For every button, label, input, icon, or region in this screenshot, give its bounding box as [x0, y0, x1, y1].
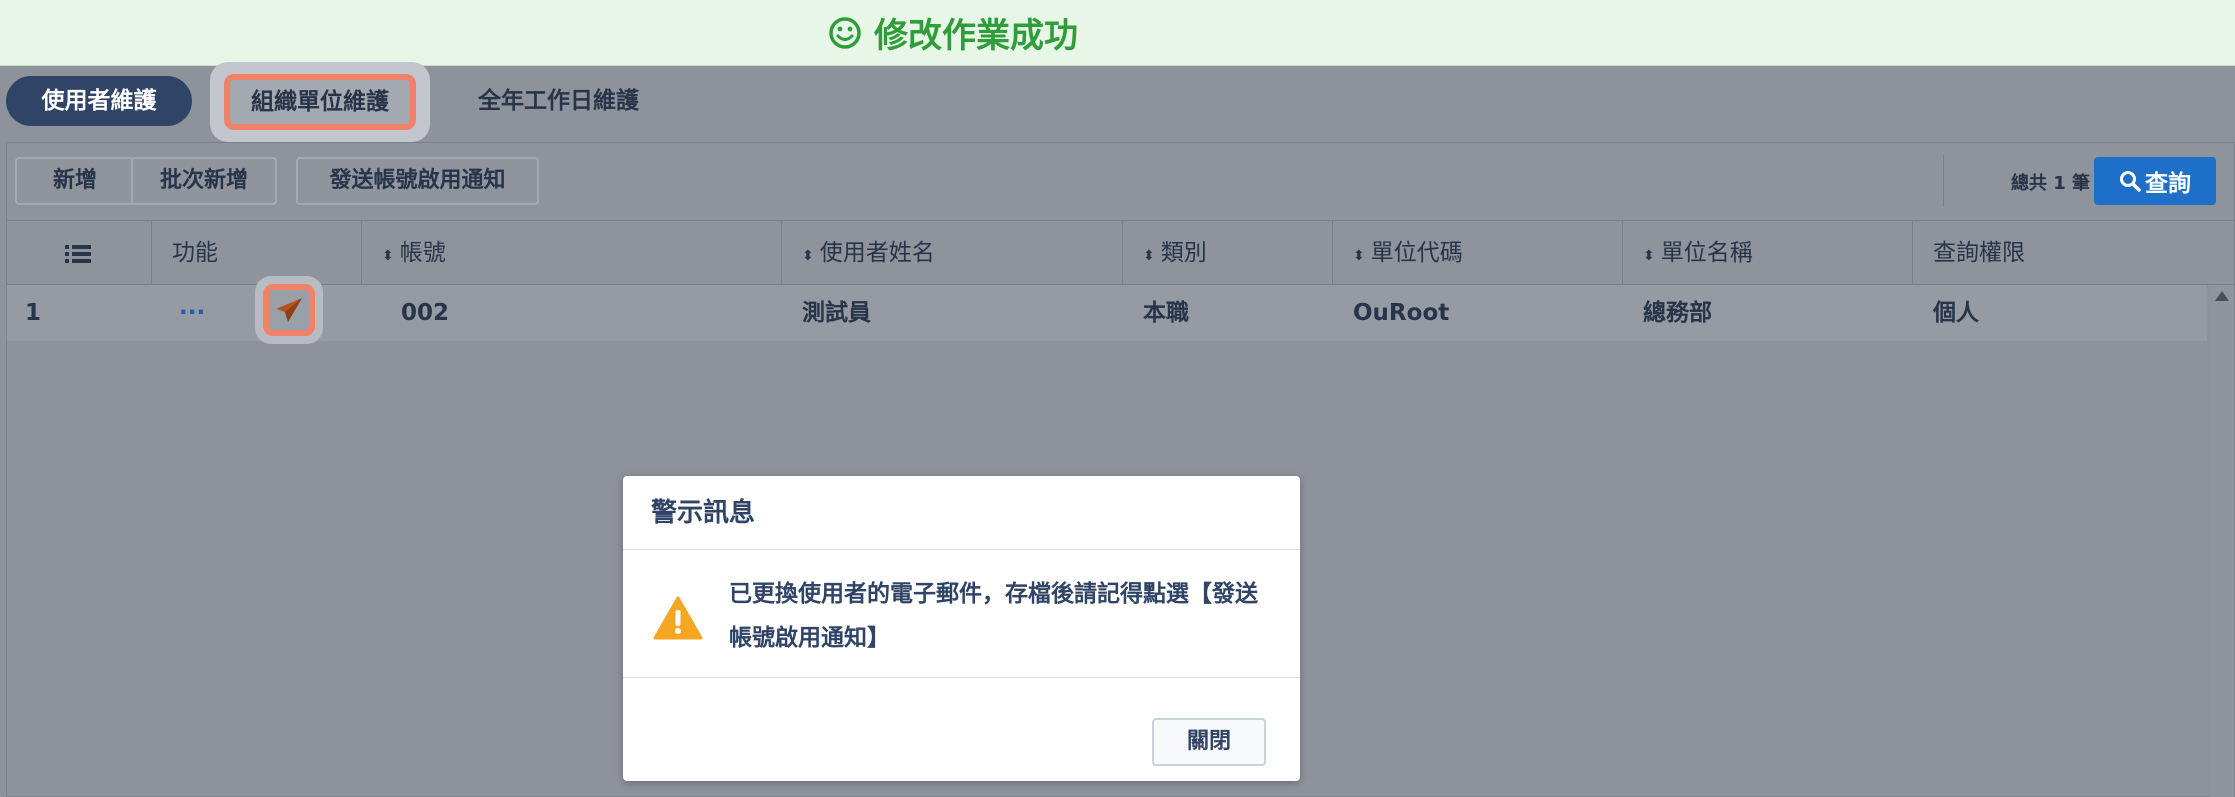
row-account: 002	[401, 300, 450, 326]
dialog-title: 警示訊息	[623, 476, 1300, 550]
warning-dialog: 警示訊息 已更換使用者的電子郵件，存檔後請記得點選【發送帳號啟用通知】 關閉	[623, 476, 1300, 781]
tab-bar: 使用者維護 組織單位維護 全年工作日維護	[6, 62, 2235, 142]
table-row[interactable]: 1 ··· 002 測試員 本職 OuRoot 總務部 個人	[7, 285, 2207, 341]
column-toggle[interactable]	[7, 221, 151, 285]
sort-icon: ⬍	[802, 248, 814, 264]
header-username[interactable]: ⬍ 使用者姓名	[781, 221, 1122, 285]
send-notice-row-button[interactable]	[263, 284, 315, 336]
list-icon	[65, 244, 91, 263]
tab-org-unit-highlight[interactable]: 組織單位維護	[210, 62, 430, 142]
query-button[interactable]: 查詢	[2094, 157, 2216, 205]
header-username-label: 使用者姓名	[819, 240, 935, 266]
header-unit-code-label: 單位代碼	[1370, 240, 1463, 266]
header-actions: 功能	[151, 221, 361, 285]
send-notice-highlight[interactable]	[255, 276, 323, 344]
sort-icon: ⬍	[1143, 248, 1155, 264]
tab-workday-maintenance[interactable]: 全年工作日維護	[446, 76, 671, 126]
dialog-message: 已更換使用者的電子郵件，存檔後請記得點選【發送帳號啟用通知】	[729, 581, 1258, 651]
success-toast: 修改作業成功	[0, 0, 2235, 66]
toast-message: 修改作業成功	[874, 16, 1078, 56]
table-scrollbar[interactable]	[2210, 285, 2234, 797]
paper-plane-icon	[276, 298, 302, 322]
row-actions-menu[interactable]: ···	[179, 285, 205, 341]
row-username: 測試員	[802, 300, 871, 326]
header-account[interactable]: ⬍ 帳號	[361, 221, 781, 285]
close-button[interactable]: 關閉	[1152, 718, 1266, 766]
row-index: 1	[25, 300, 42, 326]
row-category: 本職	[1143, 300, 1189, 326]
add-button[interactable]: 新增	[15, 157, 135, 205]
query-label: 查詢	[2145, 171, 2191, 197]
tab-org-unit-maintenance[interactable]: 組織單位維護	[224, 74, 416, 130]
header-unit-name[interactable]: ⬍ 單位名稱	[1622, 221, 1912, 285]
sort-icon: ⬍	[1643, 248, 1655, 264]
toolbar: 新增 批次新增 發送帳號啟用通知 總共 1 筆 查詢	[7, 143, 2234, 221]
header-category-label: 類別	[1160, 240, 1207, 266]
total-count: 總共 1 筆	[2010, 173, 2090, 194]
table-header: 功能 ⬍ 帳號 ⬍ 使用者姓名 ⬍ 類別 ⬍ 單位代碼 ⬍ 單位名稱 查詢權限	[7, 221, 2234, 285]
sort-icon: ⬍	[382, 248, 394, 264]
row-unit-name: 總務部	[1643, 300, 1712, 326]
row-unit-code: OuRoot	[1353, 300, 1450, 326]
header-unit-code[interactable]: ⬍ 單位代碼	[1332, 221, 1622, 285]
send-activation-notice-button[interactable]: 發送帳號啟用通知	[296, 157, 539, 205]
toolbar-divider	[1943, 155, 1944, 207]
scroll-up-arrow-icon[interactable]	[2215, 291, 2229, 301]
header-unit-name-label: 單位名稱	[1660, 240, 1753, 266]
row-query-permission: 個人	[1933, 300, 1979, 326]
sort-icon: ⬍	[1353, 248, 1365, 264]
warning-icon	[653, 596, 703, 640]
header-account-label: 帳號	[399, 240, 446, 266]
search-icon	[2120, 171, 2141, 192]
header-query-permission: 查詢權限	[1912, 221, 2202, 285]
batch-add-button[interactable]: 批次新增	[131, 157, 277, 205]
tab-user-maintenance[interactable]: 使用者維護	[6, 76, 192, 126]
dialog-body: 已更換使用者的電子郵件，存檔後請記得點選【發送帳號啟用通知】	[623, 550, 1300, 678]
header-category[interactable]: ⬍ 類別	[1122, 221, 1332, 285]
smile-icon	[829, 16, 861, 49]
